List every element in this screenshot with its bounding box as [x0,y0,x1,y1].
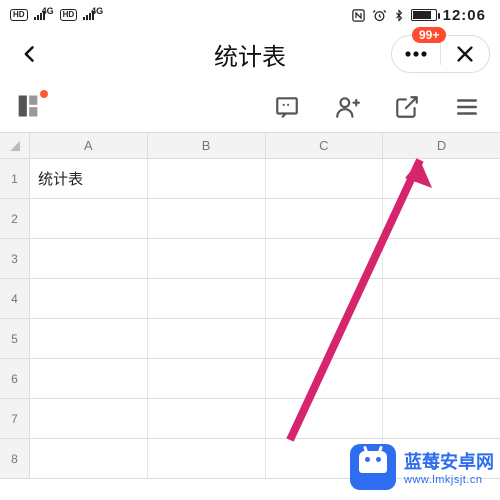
spreadsheet[interactable]: A B C D 1统计表2345678 [0,132,500,479]
cell[interactable] [30,359,148,398]
status-bar: HD 4G HD 4G 12:06 [0,0,500,26]
row-header[interactable]: 1 [0,159,30,198]
cell[interactable] [266,239,384,278]
row-header[interactable]: 5 [0,319,30,358]
row-header[interactable]: 8 [0,439,30,478]
nfc-icon [351,8,366,23]
signal-2: 4G [83,10,103,20]
hd-badge-1: HD [10,9,28,21]
cell[interactable] [148,239,266,278]
table-row: 2 [0,199,500,239]
comment-button[interactable] [272,92,302,122]
cell[interactable] [383,399,500,438]
row-header[interactable]: 3 [0,239,30,278]
cell[interactable] [148,199,266,238]
bluetooth-icon [393,8,405,23]
cell[interactable] [383,359,500,398]
share-button[interactable] [392,92,422,122]
status-time: 12:06 [443,7,486,24]
page-title: 统计表 [214,37,286,72]
cell[interactable] [266,159,384,198]
cell[interactable] [266,279,384,318]
logo-notification-dot [40,90,48,98]
row-header[interactable]: 7 [0,399,30,438]
signal-1: 4G [34,10,54,20]
watermark: 蓝莓安卓网 www.lmkjsjt.cn [350,444,494,490]
cell[interactable] [266,199,384,238]
cell[interactable] [30,239,148,278]
col-header[interactable]: D [383,133,500,158]
title-bar: 统计表 99+ [0,26,500,82]
cell[interactable] [30,199,148,238]
row-header[interactable]: 2 [0,199,30,238]
cell[interactable] [383,319,500,358]
mini-program-capsule: 99+ [391,35,490,73]
cell[interactable] [148,439,266,478]
alarm-icon [372,8,387,23]
watermark-icon [350,444,396,490]
cell[interactable] [383,279,500,318]
cell[interactable] [148,159,266,198]
menu-button[interactable] [452,92,482,122]
doc-toolbar [0,82,500,132]
cell[interactable] [30,439,148,478]
cell[interactable] [30,399,148,438]
close-button[interactable] [441,35,489,73]
cell[interactable] [30,319,148,358]
table-row: 1统计表 [0,159,500,199]
cell[interactable] [266,399,384,438]
cell[interactable] [30,279,148,318]
notification-badge: 99+ [412,27,446,43]
col-header[interactable]: A [30,133,148,158]
select-all-corner[interactable] [0,133,30,158]
cell[interactable] [383,239,500,278]
battery-icon [411,9,437,21]
cell[interactable]: 统计表 [30,159,148,198]
cell[interactable] [266,359,384,398]
status-left: HD 4G HD 4G [10,9,103,21]
cell[interactable] [383,159,500,198]
cell[interactable] [148,359,266,398]
row-header[interactable]: 4 [0,279,30,318]
row-header[interactable]: 6 [0,359,30,398]
table-row: 3 [0,239,500,279]
table-row: 6 [0,359,500,399]
table-row: 7 [0,399,500,439]
table-row: 4 [0,279,500,319]
table-row: 5 [0,319,500,359]
col-header[interactable]: C [266,133,384,158]
hd-badge-2: HD [60,9,78,21]
column-header-row: A B C D [0,133,500,159]
cell[interactable] [148,279,266,318]
back-button[interactable] [10,34,50,74]
cell[interactable] [266,319,384,358]
cell[interactable] [148,399,266,438]
watermark-url: www.lmkjsjt.cn [404,474,494,486]
watermark-title: 蓝莓安卓网 [404,448,494,474]
add-user-button[interactable] [332,92,362,122]
cell[interactable] [383,199,500,238]
col-header[interactable]: B [148,133,266,158]
app-logo[interactable] [14,92,44,122]
cell[interactable] [148,319,266,358]
status-right: 12:06 [351,7,486,24]
